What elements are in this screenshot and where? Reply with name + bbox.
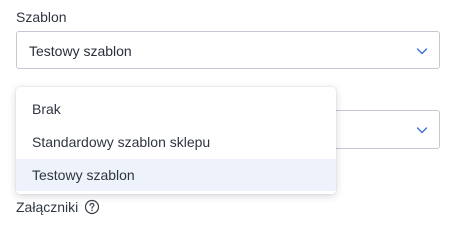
attachments-section: Załączniki	[16, 198, 100, 216]
dropdown-option[interactable]: Standardowy szablon sklepu	[16, 126, 336, 158]
question-circle-icon[interactable]	[84, 199, 100, 215]
template-select-value: Testowy szablon	[29, 43, 132, 59]
template-field-label: Szablon	[16, 9, 67, 25]
template-form: Szablon Testowy szablon Brak Standardowy…	[0, 0, 456, 224]
dropdown-option-selected[interactable]: Testowy szablon	[16, 159, 336, 191]
chevron-down-icon	[416, 127, 428, 134]
chevron-down-icon	[416, 48, 428, 55]
dropdown-option[interactable]: Brak	[16, 93, 336, 125]
template-select[interactable]: Testowy szablon	[16, 31, 440, 69]
template-dropdown-menu: Brak Standardowy szablon sklepu Testowy …	[16, 87, 336, 194]
attachments-label: Załączniki	[16, 199, 79, 215]
